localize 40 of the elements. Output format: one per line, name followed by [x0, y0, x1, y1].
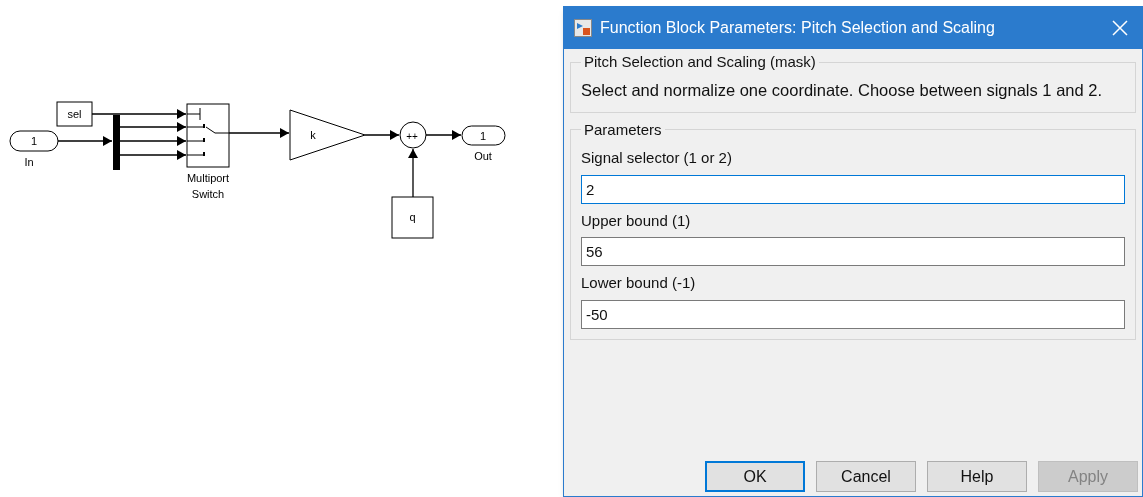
block-caption: Out [474, 150, 492, 162]
block-label: sel [67, 108, 82, 120]
inport-block[interactable] [9, 130, 59, 152]
signal-arrow [119, 122, 187, 132]
block-caption: Multiport [186, 172, 230, 184]
signal-arrow [119, 136, 187, 146]
dialog-button[interactable]: Cancel [816, 461, 916, 492]
port-number: 1 [30, 135, 38, 147]
group-title: Parameters [583, 119, 663, 140]
signal-arrow [408, 148, 418, 198]
gain-block[interactable] [289, 109, 366, 161]
field-label: Upper bound (1) [581, 210, 692, 231]
signal-arrow [425, 130, 462, 140]
dialog-button[interactable]: OK [705, 461, 805, 492]
signal-arrow [364, 130, 400, 140]
close-icon[interactable] [1112, 20, 1128, 36]
sum-block[interactable] [399, 121, 427, 149]
block-label: q [409, 211, 416, 223]
input-field[interactable]: 56 [581, 237, 1125, 266]
constant-block[interactable] [391, 196, 434, 239]
signal-arrow [57, 136, 113, 146]
window-title: Function Block Parameters: Pitch Selection and Scaling [600, 18, 996, 38]
field-label: Signal selector (1 or 2) [581, 148, 733, 168]
dialog-button[interactable]: Help [927, 461, 1027, 492]
outport-block[interactable] [461, 125, 506, 146]
block-caption: Switch [191, 188, 225, 200]
signal-arrow [119, 150, 187, 160]
multiport-switch-block[interactable] [186, 103, 230, 168]
sum-signs: ++ [406, 131, 418, 142]
input-field[interactable]: -50 [581, 299, 1125, 329]
group-title: Pitch Selection and Scaling (mask) [583, 52, 817, 72]
block-label: k [310, 129, 316, 141]
block-caption: In [24, 156, 34, 168]
constant-block[interactable] [56, 101, 93, 127]
mask-description: Select and normalize one coordinate. Choose between signals 1 and 2. [581, 79, 1103, 101]
app-icon [574, 19, 592, 37]
port-number: 1 [479, 130, 487, 142]
signal-arrow [228, 128, 290, 138]
field-label: Lower bound (-1) [581, 273, 697, 293]
input-field[interactable]: 2 [581, 174, 1125, 204]
